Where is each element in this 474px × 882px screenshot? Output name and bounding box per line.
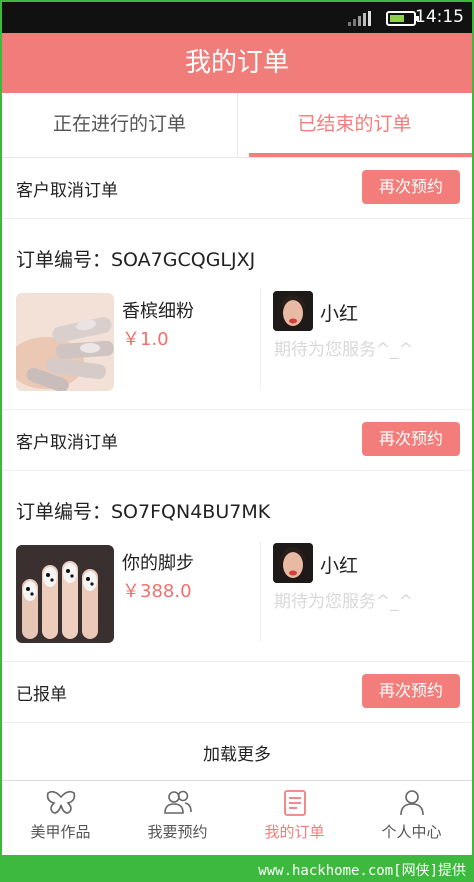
active-tab-indicator (249, 153, 472, 157)
order-card: 客户取消订单 再次预约 订单编号：SO7FQN4BU7MK 你的脚步 ￥388.… (2, 410, 472, 662)
order-header: 客户取消订单 再次预约 (2, 410, 472, 471)
tab-ongoing-orders[interactable]: 正在进行的订单 (2, 93, 237, 157)
order-status: 客户取消订单 (16, 181, 118, 201)
order-number-row: 订单编号：SO7FQN4BU7MK (2, 471, 472, 541)
product-price: ￥1.0 (122, 329, 169, 350)
page-title: 我的订单 (2, 33, 472, 93)
product-name: 香槟细粉 (122, 301, 194, 322)
order-tabs: 正在进行的订单 已结束的订单 (2, 93, 472, 158)
order-body[interactable]: 你的脚步 ￥388.0 小红 期待为您服务^_^ (2, 541, 472, 662)
order-list-icon (284, 790, 306, 816)
tab-finished-orders[interactable]: 已结束的订单 (237, 93, 472, 157)
order-number: 订单编号：SO7FQN4BU7MK (16, 501, 271, 523)
person-icon (400, 790, 424, 816)
artist-greeting: 期待为您服务^_^ (274, 340, 413, 360)
butterfly-icon (46, 790, 76, 814)
product-image (16, 545, 114, 643)
nav-item-my-orders[interactable]: 我的订单 (236, 781, 353, 855)
order-body[interactable]: 香槟细粉 ￥1.0 小红 期待为您服务^_^ (2, 289, 472, 410)
watermark-text: www.hackhome.com[网侠]提供 (258, 863, 466, 879)
order-status: 已报单 (16, 685, 67, 705)
product-image (16, 293, 114, 391)
divider (260, 289, 261, 389)
nav-label: 个人中心 (381, 823, 442, 841)
tab-label: 已结束的订单 (297, 113, 412, 135)
order-number: 订单编号：SOA7GCQGLJXJ (16, 249, 256, 271)
artist-avatar (273, 291, 313, 331)
order-header: 客户取消订单 再次预约 (2, 158, 472, 219)
rebook-button[interactable]: 再次预约 (362, 422, 460, 456)
users-icon (164, 790, 192, 814)
artist-name: 小红 (320, 303, 359, 325)
order-status: 客户取消订单 (16, 433, 118, 453)
battery-icon (386, 11, 419, 26)
app-screen: 14:15 我的订单 正在进行的订单 已结束的订单 客户取消订单 再次预约 订单… (2, 2, 472, 855)
order-card: 已报单 再次预约 (2, 662, 472, 723)
product-name: 你的脚步 (122, 553, 194, 574)
order-header: 已报单 再次预约 (2, 662, 472, 723)
product-price: ￥388.0 (122, 581, 192, 602)
rebook-button[interactable]: 再次预约 (362, 170, 460, 204)
artist-greeting: 期待为您服务^_^ (274, 592, 413, 612)
status-time: 14:15 (415, 7, 464, 27)
nav-item-nail-works[interactable]: 美甲作品 (2, 781, 119, 855)
nav-label: 美甲作品 (30, 823, 91, 841)
order-card: 客户取消订单 再次预约 订单编号：SOA7GCQGLJXJ 香槟细粉 ￥1.0 … (2, 158, 472, 410)
nav-label: 我的订单 (264, 823, 325, 841)
rebook-button[interactable]: 再次预约 (362, 674, 460, 708)
bottom-navigation: 美甲作品 我要预约 我的订单 个人中心 (2, 780, 472, 855)
nav-label: 我要预约 (147, 823, 208, 841)
divider (260, 541, 261, 641)
signal-icon (348, 11, 371, 26)
nav-item-profile[interactable]: 个人中心 (353, 781, 470, 855)
order-number-row: 订单编号：SOA7GCQGLJXJ (2, 219, 472, 289)
artist-name: 小红 (320, 555, 359, 577)
artist-avatar (273, 543, 313, 583)
tab-label: 正在进行的订单 (52, 113, 186, 135)
load-more-button[interactable]: 加载更多 (2, 723, 472, 788)
watermark-bar: www.hackhome.com[网侠]提供 (0, 856, 474, 882)
nav-item-book[interactable]: 我要预约 (119, 781, 236, 855)
status-bar: 14:15 (2, 2, 472, 33)
order-list[interactable]: 客户取消订单 再次预约 订单编号：SOA7GCQGLJXJ 香槟细粉 ￥1.0 … (2, 158, 472, 788)
